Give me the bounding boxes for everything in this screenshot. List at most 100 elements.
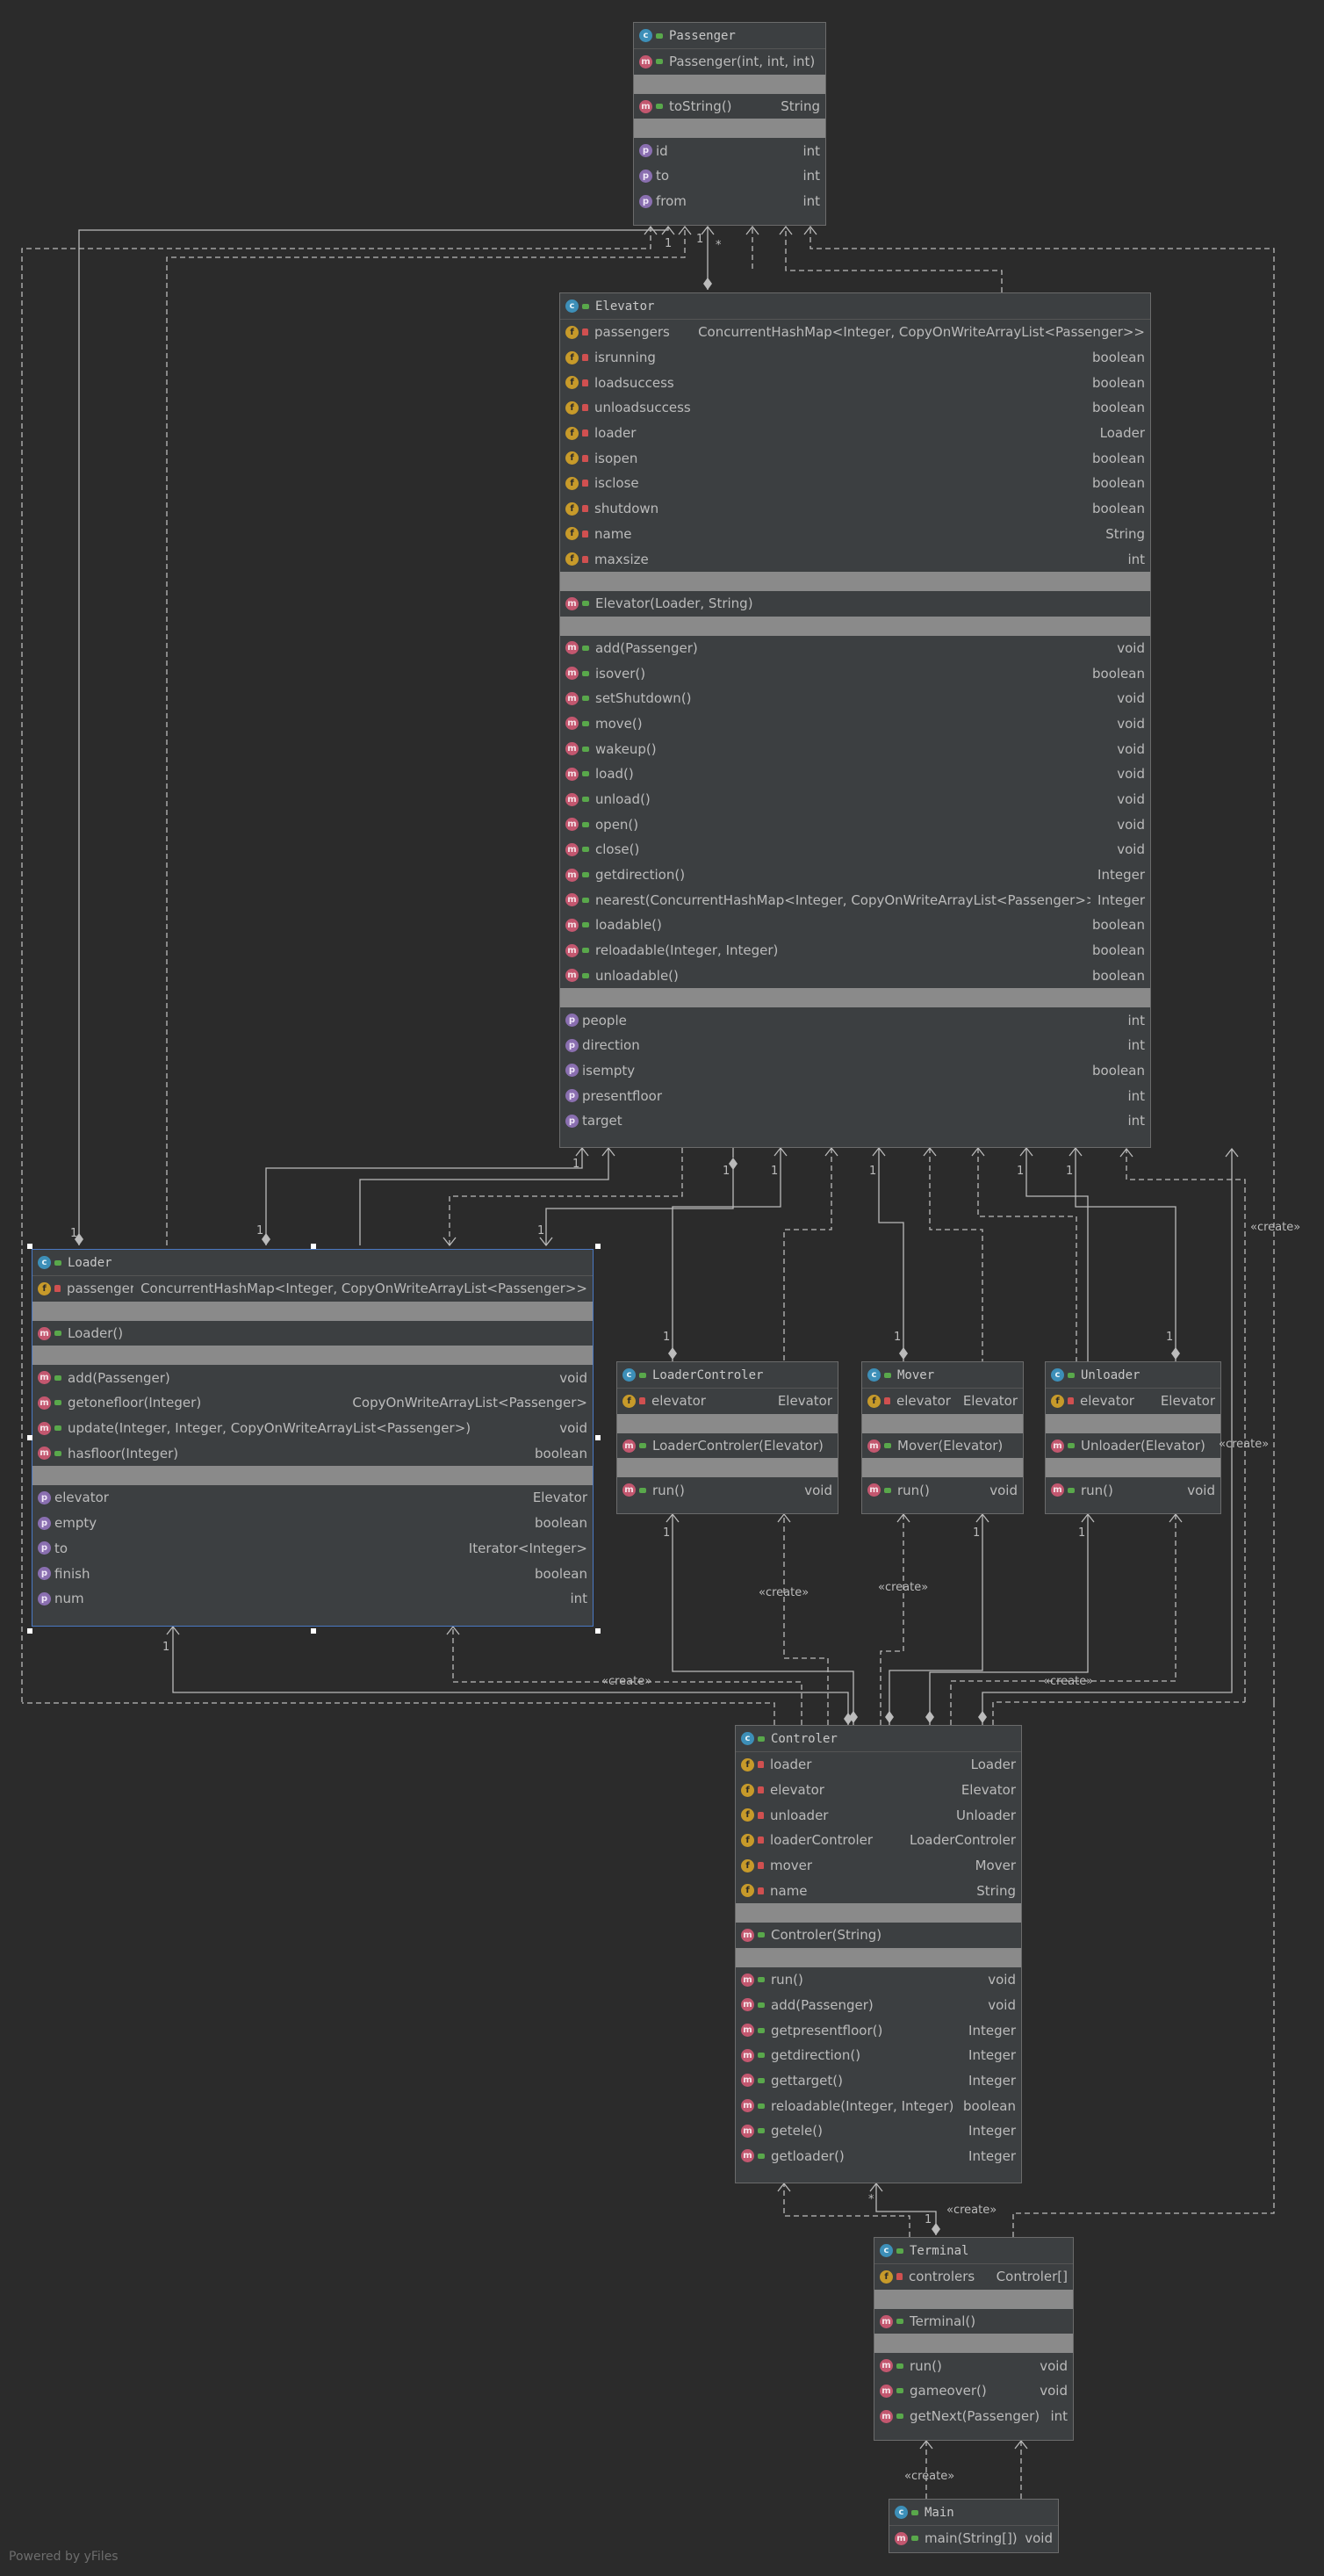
method-row[interactable]: m run() void xyxy=(1046,1477,1220,1503)
field-row[interactable]: f controlers Controler[] xyxy=(874,2264,1073,2290)
property-row[interactable]: p presentfloor int xyxy=(560,1083,1150,1108)
edge-controler-loader[interactable] xyxy=(172,1627,849,1725)
method-row[interactable]: m close() void xyxy=(560,837,1150,862)
method-row[interactable]: m unload() void xyxy=(560,787,1150,812)
edge-mover-dep[interactable] xyxy=(929,1148,983,1361)
method-row[interactable]: m gameover() void xyxy=(874,2378,1073,2404)
property-row[interactable]: p empty boolean xyxy=(32,1511,593,1536)
field-row[interactable]: f elevator Elevator xyxy=(862,1389,1023,1414)
field-row[interactable]: f elevator Elevator xyxy=(1046,1389,1220,1414)
edge-controler-unloader-create[interactable] xyxy=(950,1514,1176,1725)
class-main[interactable]: c Main m main(String[]) void xyxy=(889,2499,1059,2553)
edge-controler-create-loop[interactable] xyxy=(992,1701,1245,1725)
selection-handle[interactable] xyxy=(27,1435,32,1440)
edge-unloader-dep[interactable] xyxy=(977,1148,1077,1361)
method-row[interactable]: m Unloader(Elevator) xyxy=(1046,1433,1220,1459)
method-row[interactable]: m getNext(Passenger) int xyxy=(874,2404,1073,2429)
method-row[interactable]: m Loader() xyxy=(32,1321,593,1346)
method-row[interactable]: m Controler(String) xyxy=(736,1923,1021,1948)
method-row[interactable]: m add(Passenger) void xyxy=(560,636,1150,661)
field-row[interactable]: f loader Loader xyxy=(736,1752,1021,1778)
field-row[interactable]: f isopen boolean xyxy=(560,445,1150,471)
field-row[interactable]: f name String xyxy=(560,522,1150,547)
class-unloader[interactable]: c Unloader f elevator Elevator m Unloader(Elev… xyxy=(1045,1361,1221,1514)
method-row[interactable]: m add(Passenger) void xyxy=(32,1365,593,1390)
edge-loader-elevator-dep[interactable] xyxy=(449,1148,683,1245)
method-row[interactable]: m setShutdown() void xyxy=(560,686,1150,711)
edge-terminal-controler[interactable] xyxy=(875,2183,937,2235)
property-row[interactable]: p elevator Elevator xyxy=(32,1485,593,1511)
class-header[interactable]: c Main xyxy=(889,2500,1058,2526)
field-row[interactable]: f passengers ConcurrentHashMap<Integer, Co… xyxy=(32,1276,593,1302)
method-row[interactable]: m reloadable(Integer, Integer) boolean xyxy=(560,938,1150,963)
property-row[interactable]: p id int xyxy=(634,138,825,163)
class-loadercontroler[interactable]: c LoaderControler f elevator Elevator m Loader… xyxy=(616,1361,838,1514)
class-terminal[interactable]: c Terminal f controlers Controler[] m Terminal… xyxy=(874,2237,1074,2441)
selection-handle[interactable] xyxy=(27,1244,32,1249)
edge-loadercontroler-dep[interactable] xyxy=(783,1148,832,1361)
method-row[interactable]: m getdirection() Integer xyxy=(736,2043,1021,2068)
method-row[interactable]: m hasfloor(Integer) boolean xyxy=(32,1440,593,1466)
field-row[interactable]: f loader Loader xyxy=(560,421,1150,446)
method-row[interactable]: m run() void xyxy=(862,1477,1023,1503)
class-header[interactable]: c Controler xyxy=(736,1726,1021,1752)
method-row[interactable]: m Terminal() xyxy=(874,2309,1073,2334)
class-header[interactable]: c Terminal xyxy=(874,2238,1073,2264)
property-row[interactable]: p target int xyxy=(560,1108,1150,1134)
method-row[interactable]: m Elevator(Loader, String) xyxy=(560,591,1150,617)
field-row[interactable]: f loadsuccess boolean xyxy=(560,370,1150,395)
method-row[interactable]: m wakeup() void xyxy=(560,736,1150,761)
property-row[interactable]: p finish boolean xyxy=(32,1561,593,1586)
property-row[interactable]: p direction int xyxy=(560,1033,1150,1058)
class-controler[interactable]: c Controler f loader Loader f elevator Elevator… xyxy=(735,1725,1022,2183)
selection-handle[interactable] xyxy=(595,1244,601,1249)
edge-controler-unloader[interactable] xyxy=(929,1514,1089,1725)
edge-controler-mover-create[interactable] xyxy=(880,1514,904,1725)
method-row[interactable]: m unloadable() boolean xyxy=(560,963,1150,989)
property-row[interactable]: p people int xyxy=(560,1007,1150,1033)
field-row[interactable]: f shutdown boolean xyxy=(560,496,1150,522)
class-passenger[interactable]: c Passenger m Passenger(int, int, int) m toSt… xyxy=(633,22,826,226)
method-row[interactable]: m run() void xyxy=(874,2353,1073,2378)
field-row[interactable]: f isclose boolean xyxy=(560,471,1150,496)
edge-unloader-elevator-a[interactable] xyxy=(1025,1148,1089,1361)
class-elevator[interactable]: c Elevator f passengers ConcurrentHashMap<In… xyxy=(559,292,1151,1148)
property-row[interactable]: p to Iterator<Integer> xyxy=(32,1536,593,1562)
property-row[interactable]: p from int xyxy=(634,189,825,214)
method-row[interactable]: m move() void xyxy=(560,711,1150,737)
method-row[interactable]: m getele() Integer xyxy=(736,2118,1021,2144)
method-row[interactable]: m isover() boolean xyxy=(560,660,1150,686)
class-mover[interactable]: c Mover f elevator Elevator m Mover(Elevator) m… xyxy=(861,1361,1024,1514)
method-row[interactable]: m LoaderControler(Elevator) xyxy=(617,1433,838,1459)
field-row[interactable]: f mover Mover xyxy=(736,1853,1021,1879)
property-row[interactable]: p num int xyxy=(32,1586,593,1612)
method-row[interactable]: m reloadable(Integer, Integer) boolean xyxy=(736,2093,1021,2118)
edge-terminal-controler-create[interactable] xyxy=(783,2183,910,2237)
class-loader[interactable]: c Loader f passengers ConcurrentHashMap<Inte… xyxy=(32,1249,594,1627)
class-header[interactable]: c Loader xyxy=(32,1250,593,1276)
selection-handle[interactable] xyxy=(595,1628,601,1634)
edge-controler-loadercontroler[interactable] xyxy=(672,1514,854,1725)
method-row[interactable]: m main(String[]) void xyxy=(889,2526,1058,2551)
edge-terminal-outer-create[interactable] xyxy=(1012,1702,1275,2237)
method-row[interactable]: m nearest(ConcurrentHashMap<Integer, Copy… xyxy=(560,887,1150,913)
field-row[interactable]: f loaderControler LoaderControler xyxy=(736,1828,1021,1853)
method-row[interactable]: m getonefloor(Integer) CopyOnWriteArrayLis… xyxy=(32,1390,593,1416)
method-row[interactable]: m toString() String xyxy=(634,94,825,119)
field-row[interactable]: f maxsize int xyxy=(560,546,1150,572)
field-row[interactable]: f elevator Elevator xyxy=(617,1389,838,1414)
method-row[interactable]: m run() void xyxy=(617,1477,838,1503)
selection-handle[interactable] xyxy=(311,1628,316,1634)
method-row[interactable]: m gettarget() Integer xyxy=(736,2068,1021,2094)
method-row[interactable]: m add(Passenger) void xyxy=(736,1993,1021,2018)
field-row[interactable]: f isrunning boolean xyxy=(560,345,1150,371)
method-row[interactable]: m getpresentfloor() Integer xyxy=(736,2017,1021,2043)
selection-handle[interactable] xyxy=(27,1628,32,1634)
diagram-canvas[interactable]: c Passenger m Passenger(int, int, int) m toSt… xyxy=(0,0,1324,2576)
class-header[interactable]: c Passenger xyxy=(634,23,825,49)
field-row[interactable]: f passengers ConcurrentHashMap<Integer, Co… xyxy=(560,320,1150,345)
edge-controler-loadercontroler-create[interactable] xyxy=(783,1514,829,1725)
field-row[interactable]: f unloader Unloader xyxy=(736,1802,1021,1828)
method-row[interactable]: m load() void xyxy=(560,761,1150,787)
method-row[interactable]: m getloader() Integer xyxy=(736,2144,1021,2169)
